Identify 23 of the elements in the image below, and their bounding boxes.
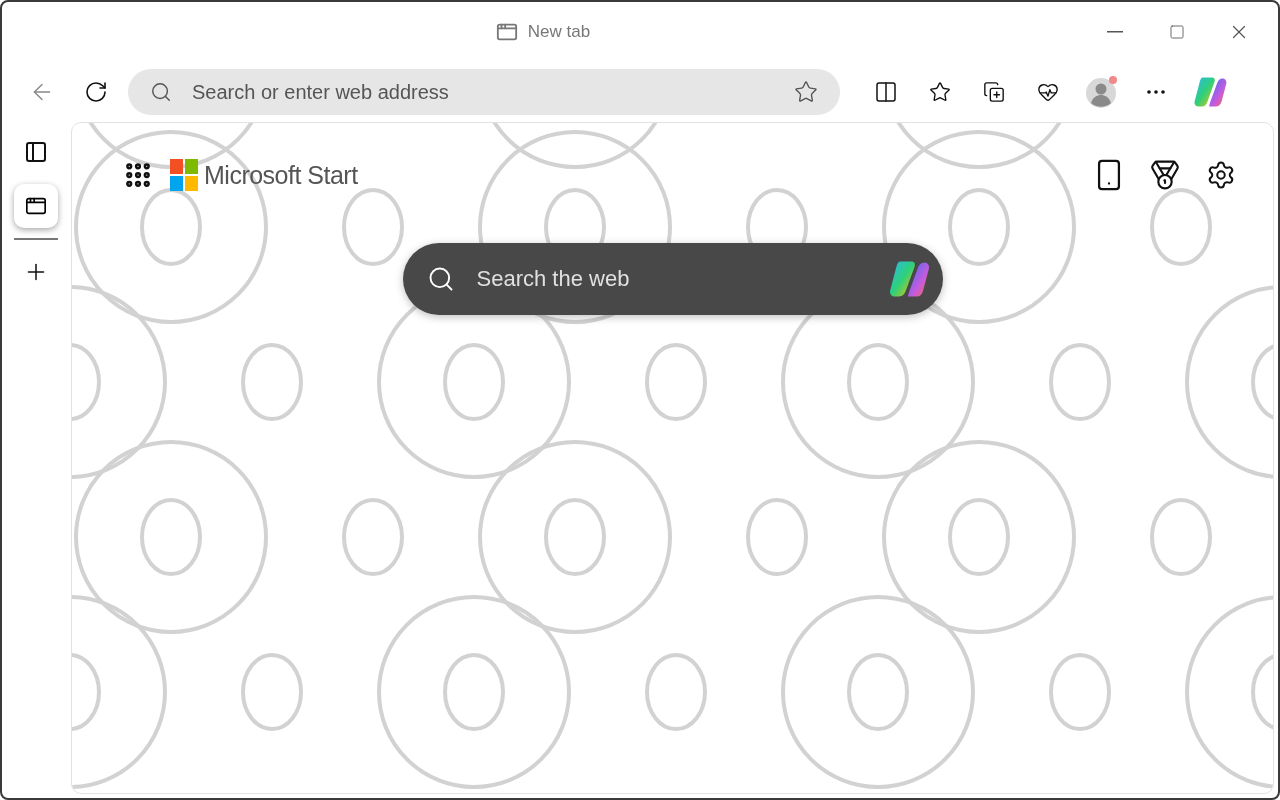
search-icon [150,81,172,103]
medal-icon [1149,159,1181,191]
panel-icon [24,140,48,164]
vertical-tab[interactable] [14,184,58,228]
maximize-icon [1169,24,1185,40]
dot-grid-icon [123,160,153,190]
collections-icon [983,81,1005,103]
star-icon[interactable] [794,80,818,104]
brand-name: Microsoft Start [204,160,358,190]
refresh-icon [84,80,108,104]
tab-icon [495,21,518,43]
star-icon [929,81,951,103]
heart-pulse-icon [1037,81,1059,103]
logo-icon [170,159,198,191]
settings-icon [1206,160,1236,190]
address-bar[interactable]: Search or enter web address [128,69,840,115]
avatar-icon [1085,75,1119,109]
split-screen-icon [874,80,898,104]
more-icon [1147,90,1165,94]
minimize-icon [1107,31,1123,33]
tab-icon [25,195,47,217]
web-search-field[interactable]: Search the web [402,243,943,315]
window-title: New tab [527,22,591,42]
